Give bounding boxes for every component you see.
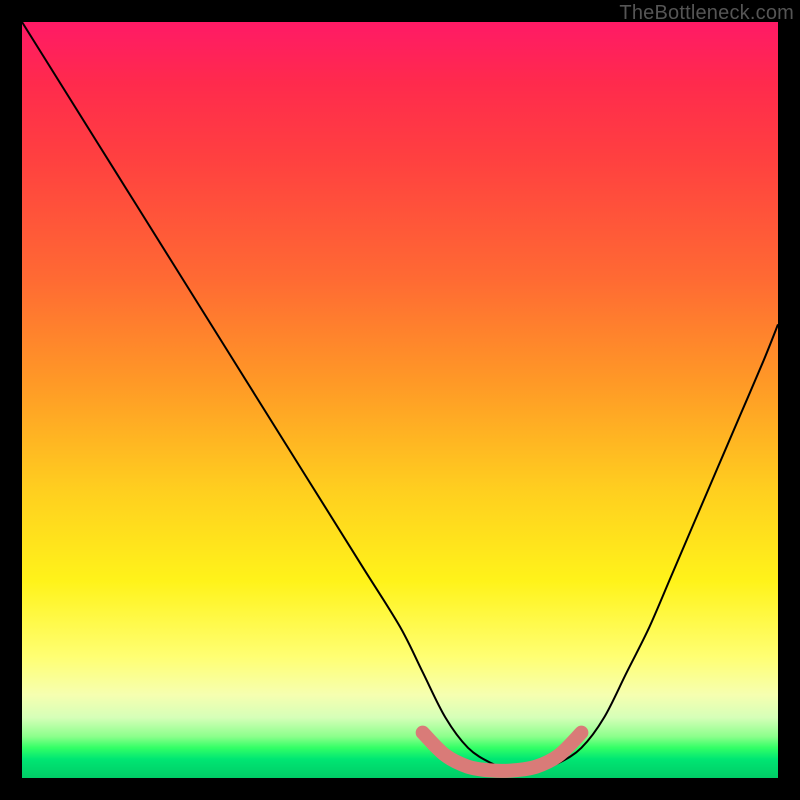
highlight-path bbox=[423, 733, 582, 771]
watermark-text: TheBottleneck.com bbox=[619, 2, 794, 25]
plot-area bbox=[22, 22, 778, 778]
bottleneck-curve bbox=[22, 22, 778, 778]
chart-frame: TheBottleneck.com bbox=[0, 0, 800, 800]
curve-path bbox=[22, 22, 778, 771]
